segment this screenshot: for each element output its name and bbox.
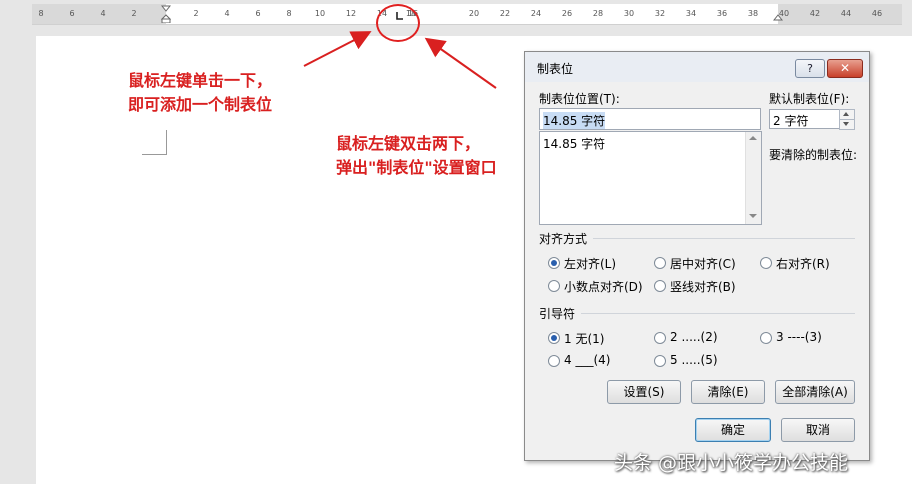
radio-dot	[548, 332, 560, 344]
clear-tabs-label: 要清除的制表位:	[769, 148, 858, 162]
radio-dot	[548, 355, 560, 367]
arrow-to-ruler-left	[303, 31, 372, 67]
list-scrollbar[interactable]	[745, 132, 761, 224]
alignment-group-label: 对齐方式	[539, 232, 588, 246]
radio-label: 3 ----(3)	[776, 330, 822, 344]
ok-button[interactable]: 确定	[695, 418, 771, 442]
radio-label: 1 无(1)	[564, 332, 605, 346]
radio-label: 右对齐(R)	[776, 257, 830, 271]
tab-position-input[interactable]: 14.85 字符	[539, 108, 761, 130]
radio-label: 4 ___(4)	[564, 353, 611, 367]
radio-dot	[760, 332, 772, 344]
spin-down-icon[interactable]	[839, 119, 855, 130]
radio-dot	[654, 332, 666, 344]
radio-label: 5 .....(5)	[670, 353, 718, 367]
default-tab-label: 默认制表位(F):	[769, 92, 850, 106]
watermark: 头条 @跟小小筱学办公技能	[614, 452, 849, 474]
leader-group-label: 引导符	[539, 307, 576, 321]
dialog-titlebar[interactable]: 制表位 ? ✕	[525, 52, 869, 82]
radio-label: 小数点对齐(D)	[564, 280, 643, 294]
default-tab-spinner[interactable]	[839, 109, 855, 130]
set-button[interactable]: 设置(S)	[607, 380, 681, 404]
tab-position-list[interactable]: 14.85 字符	[539, 131, 762, 225]
scroll-up-icon[interactable]	[749, 136, 757, 140]
close-button[interactable]: ✕	[827, 59, 863, 78]
radio-dot	[654, 280, 666, 292]
radio-label: 左对齐(L)	[564, 257, 617, 271]
group-divider	[593, 238, 855, 239]
radio-dot	[548, 257, 560, 269]
radio-dot	[654, 257, 666, 269]
radio-label: 2 .....(2)	[670, 330, 718, 344]
radio-label: 居中对齐(C)	[670, 257, 736, 271]
radio-label: 竖线对齐(B)	[670, 280, 736, 294]
default-tab-value: 2 字符	[773, 114, 809, 128]
radio-dot	[760, 257, 772, 269]
clear-button[interactable]: 清除(E)	[691, 380, 765, 404]
default-tab-input[interactable]: 2 字符	[769, 109, 841, 129]
tabs-dialog: 制表位 ? ✕ 制表位位置(T): 14.85 字符 14.85 字符 默认制表…	[524, 51, 870, 461]
dialog-title: 制表位	[537, 62, 574, 76]
list-item[interactable]: 14.85 字符	[543, 135, 605, 152]
group-divider	[581, 313, 855, 314]
help-button[interactable]: ?	[795, 59, 825, 78]
cancel-button[interactable]: 取消	[781, 418, 855, 442]
tab-position-value: 14.85 字符	[543, 112, 606, 129]
radio-dot	[654, 355, 666, 367]
clear-all-button[interactable]: 全部清除(A)	[775, 380, 855, 404]
scroll-down-icon[interactable]	[749, 214, 757, 218]
tab-position-label: 制表位位置(T):	[539, 92, 620, 106]
arrow-to-ruler-right	[424, 37, 497, 89]
radio-dot	[548, 280, 560, 292]
